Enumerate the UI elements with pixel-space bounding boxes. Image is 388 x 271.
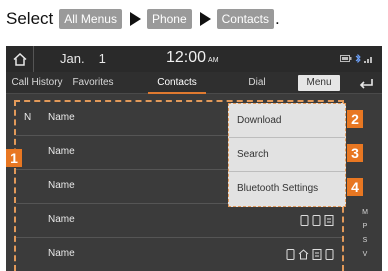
back-button[interactable] [352, 73, 380, 93]
tab-favorites[interactable]: Favorites [68, 72, 118, 94]
contact-name: Name [48, 112, 75, 123]
status-indicators [340, 54, 374, 63]
contact-name: Name [48, 214, 75, 225]
mobile-icon [312, 215, 321, 226]
tab-call-history[interactable]: Call History [10, 72, 64, 94]
index-letter[interactable]: M [362, 206, 368, 220]
office-icon [324, 215, 334, 226]
contact-name: Name [48, 180, 75, 191]
step-contacts: Contacts [216, 9, 274, 29]
office-icon [312, 249, 322, 260]
callout-1: 1 [6, 149, 22, 167]
mobile-icon [286, 249, 295, 260]
bluetooth-icon [355, 54, 361, 63]
callout-3: 3 [347, 144, 363, 162]
status-bar: Jan. 1 12:00 AM [6, 46, 382, 72]
tab-dial[interactable]: Dial [242, 72, 272, 94]
menu-item-search[interactable]: Search [229, 138, 345, 172]
instruction-period: . [275, 9, 280, 28]
step-phone: Phone [146, 9, 192, 29]
index-letter[interactable]: V [363, 248, 368, 262]
home-icon [12, 52, 27, 66]
index-letter[interactable]: S [363, 234, 368, 248]
date-day: 1 [98, 51, 106, 66]
home-button[interactable] [6, 46, 34, 72]
status-date: Jan. 1 [60, 51, 106, 66]
callout-2: 2 [347, 110, 363, 128]
menu-item-bluetooth-settings[interactable]: Bluetooth Settings [229, 172, 345, 206]
contacts-screen: Jan. 1 12:00 AM Call History Favorites Con… [6, 46, 382, 271]
index-initial: N [24, 112, 32, 123]
instruction-line: Select All Menus Phone Contacts . [6, 6, 280, 32]
back-arrow-icon [359, 79, 373, 89]
select-label: Select [6, 9, 54, 28]
tab-contacts[interactable]: Contacts [148, 72, 206, 94]
callout-4: 4 [347, 178, 363, 196]
contact-row[interactable]: Name [16, 204, 342, 238]
arrow-right-icon [129, 12, 141, 26]
step-all-menus: All Menus [59, 9, 122, 29]
contact-name: Name [48, 248, 75, 259]
contact-row[interactable]: Name [16, 238, 342, 271]
number-type-icons [286, 249, 334, 260]
menu-item-download[interactable]: Download [229, 104, 345, 138]
index-letter[interactable]: P [363, 220, 368, 234]
contact-name: Name [48, 146, 75, 157]
number-type-icons [300, 215, 334, 226]
status-clock: 12:00 AM [166, 49, 219, 67]
signal-icon [364, 56, 372, 63]
tab-bar: Call History Favorites Contacts Dial Men… [6, 72, 382, 94]
clock-ampm: AM [208, 57, 219, 64]
alphabet-index[interactable]: M P S V [358, 206, 372, 262]
arrow-right-icon [199, 12, 211, 26]
menu-dropdown: Download Search Bluetooth Settings [228, 103, 346, 207]
menu-button[interactable]: Menu [298, 75, 340, 91]
battery-icon [340, 55, 352, 62]
mobile-icon [300, 215, 309, 226]
home-icon [298, 249, 309, 260]
date-month: Jan. [60, 51, 85, 66]
mobile-icon [325, 249, 334, 260]
clock-time: 12:00 [166, 49, 207, 66]
